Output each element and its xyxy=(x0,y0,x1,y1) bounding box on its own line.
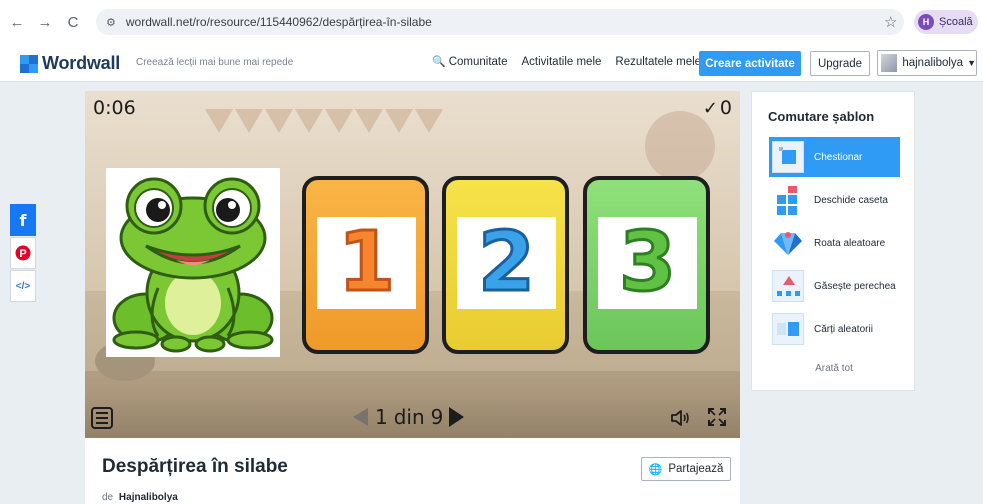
logo-text: Wordwall xyxy=(42,53,121,73)
template-option-open-box[interactable]: Deschide caseta xyxy=(769,180,900,220)
answer-card-2[interactable]: 2 xyxy=(442,176,569,354)
template-label: Chestionar xyxy=(814,151,863,163)
answer-card-1[interactable]: 1 xyxy=(302,176,429,354)
create-activity-button[interactable]: Creare activitate xyxy=(699,51,801,76)
answer-card-3[interactable]: 3 xyxy=(583,176,710,354)
page-current: 1 xyxy=(375,405,388,429)
sound-toggle-icon[interactable] xyxy=(670,409,690,431)
forward-icon[interactable]: → xyxy=(34,11,56,33)
profile-label: Școală xyxy=(939,16,973,28)
see-all-link[interactable]: Arată tot xyxy=(752,363,916,374)
quiz-icon xyxy=(772,141,804,173)
back-icon[interactable]: ← xyxy=(6,11,28,33)
score-counter: ✓ 0 xyxy=(703,97,732,119)
card-number-3: 3 xyxy=(617,215,677,310)
browser-toolbar: ← → C ⚙ wordwall.net/ro/resource/1154409… xyxy=(0,0,983,44)
template-switcher: Comutare șablon Chestionar Deschide case… xyxy=(751,91,915,391)
main-nav: 🔍 Comunitate Activitatile mele Rezultate… xyxy=(432,55,715,69)
browser-profile-button[interactable]: H Școală xyxy=(914,10,978,34)
user-avatar xyxy=(881,54,898,72)
activity-player[interactable]: 0:06 ✓ 0 1 2 3 1 din 9 xyxy=(85,91,740,438)
random-cards-icon xyxy=(772,313,804,345)
url-text: wordwall.net/ro/resource/115440962/despă… xyxy=(125,15,432,29)
my-activities-link[interactable]: Activitatile mele xyxy=(522,55,602,68)
site-settings-icon[interactable]: ⚙ xyxy=(106,16,116,29)
bookmark-star-icon[interactable]: ☆ xyxy=(884,13,897,31)
next-question-icon[interactable] xyxy=(449,407,465,427)
question-image-frog xyxy=(106,168,280,357)
activity-title: Despărțirea în silabe xyxy=(102,456,288,477)
share-label: Partajează xyxy=(668,463,724,475)
template-option-find-match[interactable]: Găsește perechea xyxy=(769,266,900,306)
author-prefix: de xyxy=(102,492,114,503)
menu-button[interactable] xyxy=(91,407,113,429)
find-match-icon xyxy=(772,270,804,302)
activity-author: de Hajnalibolya xyxy=(102,492,178,503)
tagline: Creează lecții mai bune mai repede xyxy=(136,57,294,68)
template-option-wheel[interactable]: Roata aleatoare xyxy=(769,223,900,263)
user-menu[interactable]: hajnalibolya ▼ xyxy=(877,50,977,76)
pinterest-icon: P xyxy=(15,245,31,261)
speaker-icon xyxy=(671,410,689,426)
page-total: 9 xyxy=(430,405,444,429)
author-link[interactable]: Hajnalibolya xyxy=(119,492,178,503)
checkmark-icon: ✓ xyxy=(702,97,718,119)
wordwall-logo[interactable]: Wordwall xyxy=(20,53,120,74)
card-number-2: 2 xyxy=(476,215,536,310)
frog-image xyxy=(112,177,274,353)
share-button[interactable]: 🌐 Partajează xyxy=(641,457,731,481)
globe-icon: 🌐 xyxy=(648,463,663,476)
upgrade-button[interactable]: Upgrade xyxy=(810,51,870,76)
community-link[interactable]: 🔍 Comunitate xyxy=(432,55,508,69)
facebook-share-button[interactable]: f xyxy=(10,204,36,236)
pinterest-share-button[interactable]: P xyxy=(10,237,36,269)
template-option-quiz[interactable]: Chestionar xyxy=(769,137,900,177)
open-box-icon xyxy=(772,184,804,216)
template-label: Deschide caseta xyxy=(814,194,888,206)
fullscreen-icon[interactable] xyxy=(707,407,727,427)
question-pager: 1 din 9 xyxy=(353,405,465,429)
wheel-icon xyxy=(772,227,804,259)
score-value: 0 xyxy=(719,97,732,119)
social-share-bar: f P </> xyxy=(10,204,36,303)
search-icon: 🔍 xyxy=(432,56,446,68)
address-bar[interactable]: ⚙ wordwall.net/ro/resource/115440962/des… xyxy=(96,9,904,35)
timer: 0:06 xyxy=(93,97,136,119)
logo-mark-icon xyxy=(20,54,38,73)
embed-button[interactable]: </> xyxy=(10,270,36,302)
profile-avatar: H xyxy=(918,14,934,30)
template-label: Găsește perechea xyxy=(814,280,896,292)
template-option-random-cards[interactable]: Cărți aleatorii xyxy=(769,309,900,349)
chevron-down-icon: ▼ xyxy=(967,58,976,68)
activity-info: Despărțirea în silabe de Hajnalibolya 🌐 … xyxy=(85,438,740,504)
community-label: Comunitate xyxy=(448,55,508,68)
my-results-link[interactable]: Rezultatele mele xyxy=(615,55,701,68)
card-number-1: 1 xyxy=(336,215,396,310)
page-separator: din xyxy=(393,405,425,429)
reload-icon[interactable]: C xyxy=(62,11,84,33)
site-header: Wordwall Creează lecții mai bune mai rep… xyxy=(0,44,983,82)
previous-question-icon[interactable] xyxy=(353,408,368,426)
svg-text:P: P xyxy=(19,248,26,260)
username: hajnalibolya xyxy=(902,57,964,69)
template-label: Cărți aleatorii xyxy=(814,323,873,335)
template-label: Roata aleatoare xyxy=(814,237,886,249)
switcher-title: Comutare șablon xyxy=(768,109,875,124)
